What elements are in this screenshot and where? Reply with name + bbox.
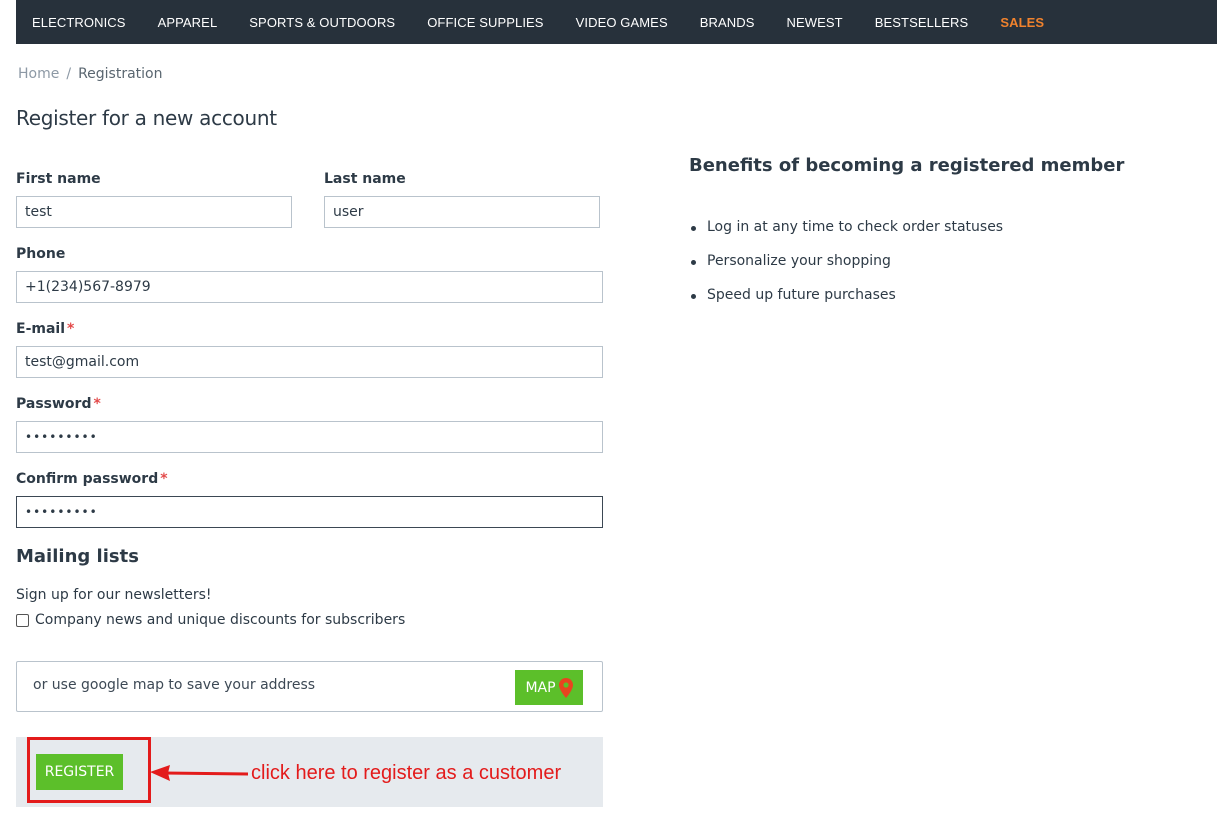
- benefit-text: Speed up future purchases: [707, 287, 896, 303]
- email-label: E-mail *: [16, 321, 74, 337]
- breadcrumb: Home / Registration: [18, 66, 163, 82]
- map-address-box: or use google map to save your address M…: [16, 661, 603, 712]
- newsletter-text: Sign up for our newsletters!: [16, 587, 212, 603]
- nav-item-apparel[interactable]: APPAREL: [158, 15, 218, 30]
- phone-label: Phone: [16, 246, 66, 262]
- benefit-item: Log in at any time to check order status…: [689, 219, 1003, 253]
- nav-item-newest[interactable]: NEWEST: [787, 15, 843, 30]
- password-required-mark: *: [93, 396, 101, 412]
- confirm-password-input[interactable]: [16, 496, 603, 528]
- page-title: Register for a new account: [16, 106, 277, 130]
- breadcrumb-separator: /: [66, 66, 72, 82]
- nav-item-sales[interactable]: SALES: [1000, 15, 1044, 30]
- subscription-checkbox[interactable]: [16, 613, 29, 627]
- benefit-item: Speed up future purchases: [689, 287, 1003, 321]
- password-label-text: Password: [16, 396, 92, 412]
- top-nav: ELECTRONICS APPAREL SPORTS & OUTDOORS OF…: [16, 0, 1217, 44]
- password-input[interactable]: [16, 421, 603, 453]
- bullet-icon: [691, 294, 696, 299]
- confirm-password-label: Confirm password *: [16, 471, 168, 487]
- nav-item-brands[interactable]: BRANDS: [700, 15, 755, 30]
- email-input[interactable]: [16, 346, 603, 378]
- map-button[interactable]: MAP: [515, 670, 583, 705]
- breadcrumb-home-link[interactable]: Home: [18, 66, 59, 82]
- subscription-label: Company news and unique discounts for su…: [35, 612, 406, 628]
- map-pin-icon: [558, 677, 573, 698]
- last-name-label: Last name: [324, 171, 406, 187]
- first-name-input[interactable]: [16, 196, 292, 228]
- benefit-text: Log in at any time to check order status…: [707, 219, 1004, 235]
- breadcrumb-current: Registration: [78, 66, 163, 82]
- benefits-list: Log in at any time to check order status…: [689, 219, 1003, 321]
- password-label: Password *: [16, 396, 101, 412]
- phone-input[interactable]: [16, 271, 603, 303]
- confirm-password-label-text: Confirm password: [16, 471, 159, 487]
- bullet-icon: [691, 226, 696, 231]
- nav-item-sports-outdoors[interactable]: SPORTS & OUTDOORS: [249, 15, 395, 30]
- benefits-heading: Benefits of becoming a registered member: [689, 155, 1125, 176]
- annotation-arrow-icon: [150, 765, 249, 781]
- map-button-label: MAP: [525, 679, 556, 696]
- confirm-password-required-mark: *: [160, 471, 168, 487]
- first-name-label: First name: [16, 171, 101, 187]
- nav-item-bestsellers[interactable]: BESTSELLERS: [875, 15, 969, 30]
- mailing-lists-heading: Mailing lists: [16, 546, 139, 567]
- email-label-text: E-mail: [16, 321, 66, 337]
- bullet-icon: [691, 260, 696, 265]
- nav-item-video-games[interactable]: VIDEO GAMES: [576, 15, 668, 30]
- register-annotation: click here to register as a customer: [251, 762, 562, 784]
- benefit-text: Personalize your shopping: [707, 253, 891, 269]
- benefit-item: Personalize your shopping: [689, 253, 1003, 287]
- map-hint-text: or use google map to save your address: [33, 677, 316, 693]
- last-name-input[interactable]: [324, 196, 600, 228]
- nav-item-office-supplies[interactable]: OFFICE SUPPLIES: [427, 15, 543, 30]
- email-required-mark: *: [67, 321, 75, 337]
- subscription-option[interactable]: Company news and unique discounts for su…: [16, 612, 405, 628]
- nav-item-electronics[interactable]: ELECTRONICS: [32, 15, 126, 30]
- register-highlight-box: [27, 737, 151, 803]
